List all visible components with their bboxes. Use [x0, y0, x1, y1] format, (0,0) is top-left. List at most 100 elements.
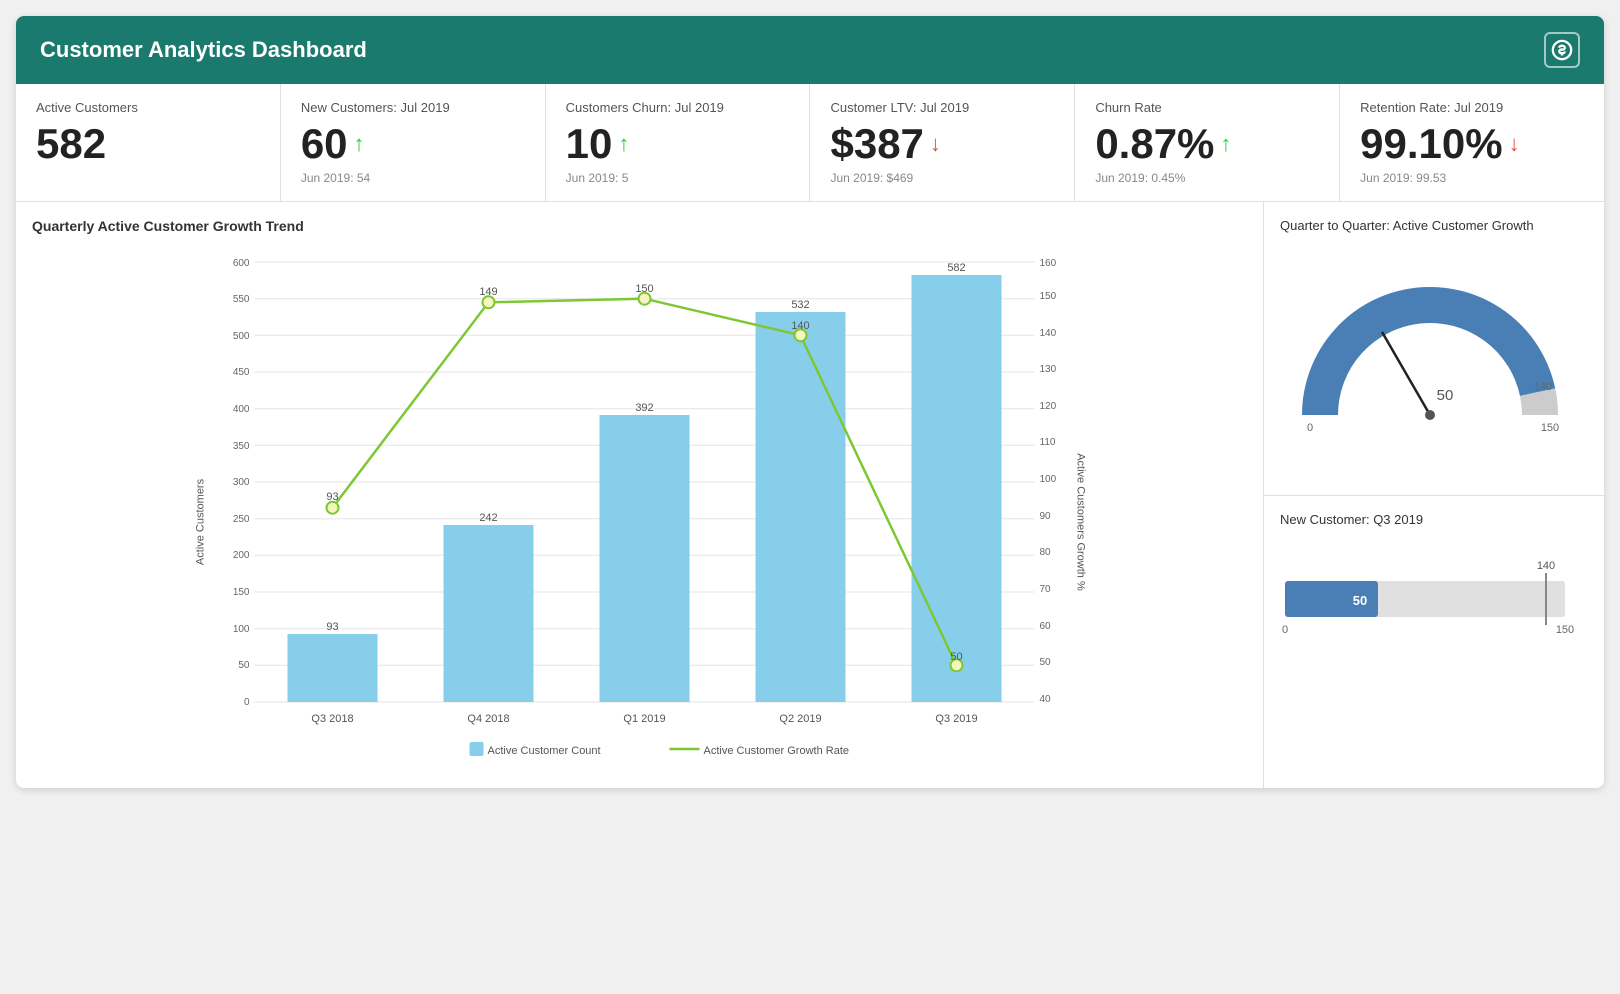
svg-text:150: 150	[1556, 624, 1574, 636]
svg-text:350: 350	[233, 441, 250, 452]
gauge-section: Quarter to Quarter: Active Customer Grow…	[1264, 202, 1604, 496]
svg-text:0: 0	[244, 697, 250, 708]
kpi-churn-rate-sub: Jun 2019: 0.45%	[1095, 171, 1319, 185]
bar-chart-title: Quarterly Active Customer Growth Trend	[32, 218, 1247, 234]
bar-chart-container: Active Customers Active Customers Growth…	[32, 242, 1247, 772]
kpi-retention-arrow: ↓	[1509, 131, 1520, 157]
svg-text:50: 50	[1437, 387, 1454, 404]
svg-text:70: 70	[1040, 584, 1052, 595]
bar-q3-2019	[912, 275, 1002, 702]
svg-text:600: 600	[233, 258, 250, 269]
kpi-ltv-label: Customer LTV: Jul 2019	[830, 100, 1054, 115]
svg-text:Q1 2019: Q1 2019	[623, 713, 665, 725]
svg-text:140: 140	[1534, 381, 1552, 393]
dashboard: Customer Analytics Dashboard Active Cust…	[16, 16, 1604, 788]
kpi-new-customers-arrow: ↑	[354, 131, 365, 157]
kpi-churn: Customers Churn: Jul 2019 10 ↑ Jun 2019:…	[546, 84, 811, 201]
kpi-active-customers-value: 582	[36, 121, 260, 167]
kpi-churn-rate: Churn Rate 0.87% ↑ Jun 2019: 0.45%	[1075, 84, 1340, 201]
svg-text:50: 50	[1040, 657, 1052, 668]
kpi-retention-label: Retention Rate: Jul 2019	[1360, 100, 1584, 115]
line-dot-q4-2018	[483, 296, 495, 308]
svg-text:150: 150	[635, 283, 653, 295]
svg-text:50: 50	[238, 660, 250, 671]
svg-text:0: 0	[1307, 422, 1313, 434]
kpi-churn-arrow: ↑	[618, 131, 629, 157]
kpi-churn-rate-label: Churn Rate	[1095, 100, 1319, 115]
svg-text:0: 0	[1282, 624, 1288, 636]
kpi-churn-rate-value: 0.87%	[1095, 121, 1214, 167]
svg-text:200: 200	[233, 550, 250, 561]
svg-text:Q3 2019: Q3 2019	[935, 713, 977, 725]
kpi-new-customers-label: New Customers: Jul 2019	[301, 100, 525, 115]
kpi-ltv-sub: Jun 2019: $469	[830, 171, 1054, 185]
svg-text:93: 93	[326, 621, 338, 633]
svg-text:242: 242	[479, 512, 497, 524]
svg-text:150: 150	[1541, 422, 1559, 434]
line-dot-q3-2018	[327, 502, 339, 514]
svg-text:250: 250	[233, 514, 250, 525]
svg-text:140: 140	[1040, 328, 1057, 339]
main-content: Quarterly Active Customer Growth Trend A…	[16, 202, 1604, 788]
dashboard-header: Customer Analytics Dashboard	[16, 16, 1604, 84]
kpi-churn-value: 10	[566, 121, 613, 167]
svg-text:100: 100	[1040, 474, 1057, 485]
svg-text:80: 80	[1040, 547, 1052, 558]
bar-q3-2018	[288, 634, 378, 702]
horizontal-bar-title: New Customer: Q3 2019	[1280, 512, 1588, 527]
kpi-new-customers: New Customers: Jul 2019 60 ↑ Jun 2019: 5…	[281, 84, 546, 201]
svg-text:450: 450	[233, 367, 250, 378]
kpi-ltv-arrow: ↓	[930, 131, 941, 157]
svg-text:100: 100	[233, 624, 250, 635]
horizontal-bar-section: New Customer: Q3 2019 50 140 0 150	[1264, 496, 1604, 789]
svg-text:532: 532	[791, 299, 809, 311]
right-panel: Quarter to Quarter: Active Customer Grow…	[1264, 202, 1604, 788]
kpi-active-customers-label: Active Customers	[36, 100, 260, 115]
svg-text:Active Customers Growth %: Active Customers Growth %	[1075, 453, 1087, 591]
svg-text:140: 140	[791, 320, 809, 332]
svg-text:Q4 2018: Q4 2018	[467, 713, 509, 725]
svg-text:550: 550	[233, 294, 250, 305]
svg-text:392: 392	[635, 402, 653, 414]
svg-text:110: 110	[1040, 437, 1056, 448]
kpi-row: Active Customers 582 New Customers: Jul …	[16, 84, 1604, 202]
svg-text:40: 40	[1040, 694, 1052, 705]
kpi-retention: Retention Rate: Jul 2019 99.10% ↓ Jun 20…	[1340, 84, 1604, 201]
svg-text:582: 582	[947, 262, 965, 274]
bar-q1-2019	[600, 415, 690, 702]
svg-text:149: 149	[479, 286, 497, 298]
kpi-new-customers-value: 60	[301, 121, 348, 167]
gauge-needle	[1383, 333, 1431, 415]
kpi-active-customers: Active Customers 582	[16, 84, 281, 201]
kpi-new-customers-sub: Jun 2019: 54	[301, 171, 525, 185]
svg-text:500: 500	[233, 331, 250, 342]
kpi-ltv: Customer LTV: Jul 2019 $387 ↓ Jun 2019: …	[810, 84, 1075, 201]
hbar-svg: 50 140 0 150	[1280, 551, 1580, 651]
kpi-churn-rate-arrow: ↑	[1220, 131, 1231, 157]
bar-chart-svg: Active Customers Active Customers Growth…	[32, 242, 1247, 772]
kpi-retention-sub: Jun 2019: 99.53	[1360, 171, 1584, 185]
kpi-retention-value: 99.10%	[1360, 121, 1502, 167]
svg-text:93: 93	[326, 491, 338, 503]
bar-q4-2018	[444, 525, 534, 702]
svg-text:400: 400	[233, 404, 250, 415]
svg-text:60: 60	[1040, 621, 1052, 632]
svg-text:Active Customer Count: Active Customer Count	[488, 745, 601, 757]
svg-text:90: 90	[1040, 511, 1052, 522]
left-panel: Quarterly Active Customer Growth Trend A…	[16, 202, 1264, 788]
gauge-section-title: Quarter to Quarter: Active Customer Grow…	[1280, 218, 1588, 233]
kpi-churn-label: Customers Churn: Jul 2019	[566, 100, 790, 115]
svg-text:120: 120	[1040, 401, 1057, 412]
header-icon	[1544, 32, 1580, 68]
svg-text:Active Customers: Active Customers	[195, 479, 207, 566]
svg-text:140: 140	[1537, 560, 1555, 572]
svg-text:Q3 2018: Q3 2018	[311, 713, 353, 725]
svg-text:50: 50	[1353, 593, 1367, 608]
svg-text:130: 130	[1040, 364, 1057, 375]
kpi-ltv-value: $387	[830, 121, 923, 167]
svg-text:Active Customer Growth Rate: Active Customer Growth Rate	[704, 745, 850, 757]
svg-text:300: 300	[233, 477, 250, 488]
gauge-svg: 0 150 140 50	[1280, 245, 1580, 445]
svg-text:Q2 2019: Q2 2019	[779, 713, 821, 725]
kpi-churn-sub: Jun 2019: 5	[566, 171, 790, 185]
